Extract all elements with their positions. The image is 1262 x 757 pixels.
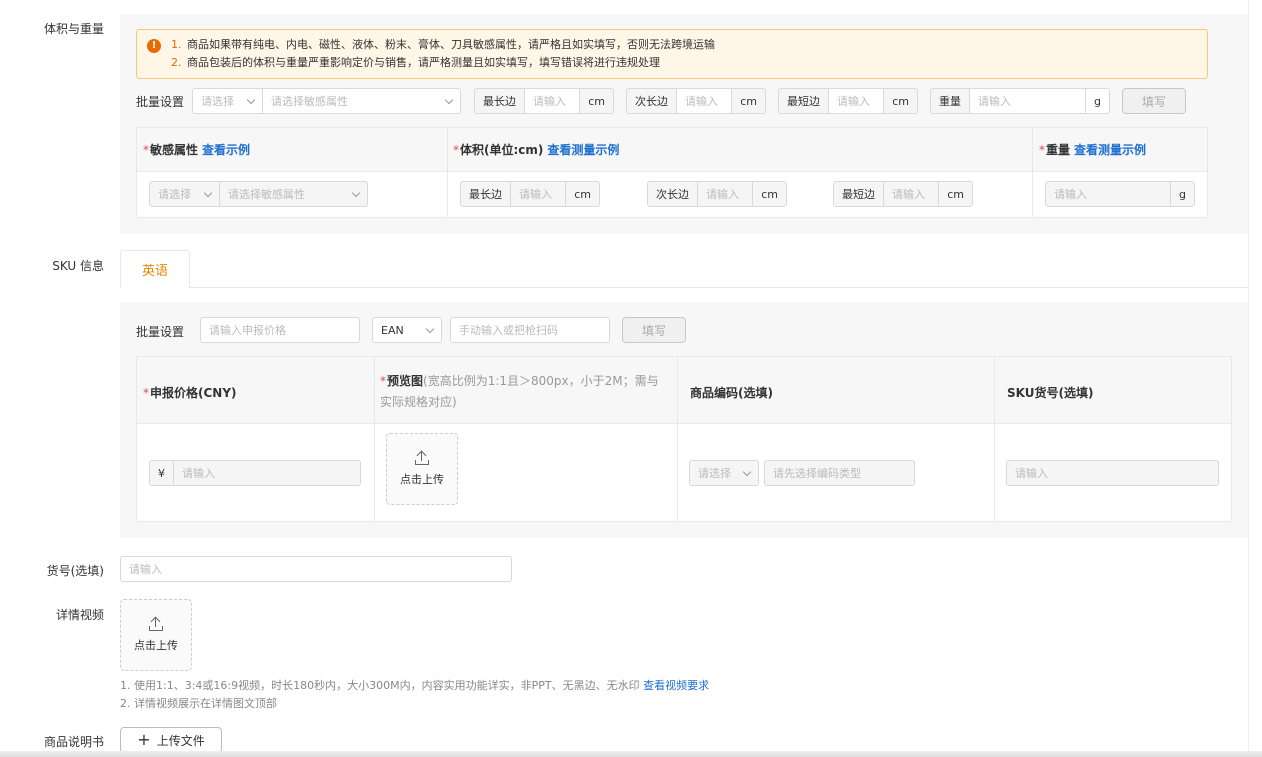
view-weight-example-link[interactable]: 查看测量示例 bbox=[1074, 143, 1146, 157]
chevron-down-icon bbox=[444, 95, 454, 104]
row-shortest-input[interactable]: 最短边 请输入 cm bbox=[833, 181, 973, 207]
row-longest-input[interactable]: 最长边 请输入 cm bbox=[460, 181, 600, 207]
upload-file-button[interactable]: + 上传文件 bbox=[120, 727, 222, 753]
batch-fill-button[interactable]: 填写 bbox=[1122, 88, 1186, 114]
col-price-header: *申报价格(CNY) bbox=[143, 386, 237, 400]
chevron-down-icon bbox=[742, 467, 752, 476]
sku-batch-fill-button[interactable]: 填写 bbox=[622, 317, 686, 343]
upload-icon bbox=[149, 616, 163, 631]
item-no-label: 货号(选填) bbox=[46, 564, 104, 578]
tab-english[interactable]: 英语 bbox=[120, 250, 190, 288]
barcode-input[interactable]: 手动输入或把枪扫码 bbox=[450, 317, 610, 343]
video-hint-1: 1. 使用1:1、3:4或16:9视频，时长180秒内，大小300M内，内容实用… bbox=[120, 679, 710, 692]
view-example-link[interactable]: 查看示例 bbox=[202, 143, 250, 157]
plus-icon: + bbox=[137, 730, 151, 749]
chevron-down-icon bbox=[425, 324, 435, 333]
batch-longest-input[interactable]: 最长边 请输入 cm bbox=[474, 88, 614, 114]
sku-batch-label: 批量设置 bbox=[136, 325, 185, 339]
sku-no-input[interactable]: 请输入 bbox=[1006, 460, 1219, 486]
manual-label: 商品说明书 bbox=[43, 735, 104, 749]
video-upload[interactable]: 点击上传 bbox=[120, 599, 192, 671]
view-measure-example-link[interactable]: 查看测量示例 bbox=[547, 143, 619, 157]
video-requirements-link[interactable]: 查看视频要求 bbox=[643, 679, 709, 692]
item-no-input[interactable]: 请输入 bbox=[120, 556, 512, 582]
col-weight-header: *重量 查看测量示例 bbox=[1039, 143, 1147, 157]
chevron-down-icon bbox=[203, 188, 213, 197]
sku-info-label: SKU 信息 bbox=[52, 259, 104, 273]
batch-price-input[interactable]: 请输入申报价格 bbox=[200, 317, 360, 343]
row-sensitive-select[interactable]: 请选择 请选择敏感属性 bbox=[149, 181, 368, 207]
batch-sensitive-select[interactable]: 请选择 请选择敏感属性 bbox=[192, 88, 461, 114]
batch-weight-input[interactable]: 重量 请输入 g bbox=[930, 88, 1110, 114]
code-select[interactable]: 请选择 bbox=[689, 460, 759, 486]
col-sensitive-header: *敏感属性 查看示例 bbox=[143, 143, 251, 157]
warning-notice: ! 1. 商品如果带有纯电、内电、磁性、液体、粉末、膏体、刀具敏感属性，请严格且如… bbox=[136, 29, 1208, 79]
col-sku-no-header: SKU货号(选填) bbox=[1007, 386, 1094, 400]
batch-setting-label: 批量设置 bbox=[136, 95, 185, 109]
col-volume-header: *体积(单位:cm) 查看测量示例 bbox=[453, 143, 620, 157]
chevron-down-icon bbox=[351, 188, 361, 197]
preview-upload[interactable]: 点击上传 bbox=[386, 433, 458, 505]
warning-line-1: 商品如果带有纯电、内电、磁性、液体、粉末、膏体、刀具敏感属性，请严格且如实填写，… bbox=[187, 38, 715, 51]
scrollbar-track[interactable] bbox=[1248, 0, 1262, 757]
price-input[interactable]: ¥ 请输入 bbox=[149, 460, 361, 486]
detail-video-label: 详情视频 bbox=[55, 608, 104, 622]
warning-line-2: 商品包装后的体积与重量严重影响定价与销售，请严格测量且如实填写，填写错误将进行违… bbox=[187, 56, 660, 69]
code-input[interactable]: 请先选择编码类型 bbox=[764, 460, 915, 486]
col-preview-header: *预览图(宽高比例为1:1且＞800px，小于2M；需与实际规格对应) bbox=[380, 374, 659, 409]
sku-table: *申报价格(CNY) *预览图(宽高比例为1:1且＞800px，小于2M；需与实… bbox=[136, 356, 1232, 522]
volume-weight-label: 体积与重量 bbox=[43, 22, 104, 36]
row-middle-input[interactable]: 次长边 请输入 cm bbox=[647, 181, 787, 207]
chevron-down-icon bbox=[246, 95, 256, 104]
video-hint-2: 2. 详情视频展示在详情图文顶部 bbox=[120, 697, 277, 710]
batch-shortest-input[interactable]: 最短边 请输入 cm bbox=[778, 88, 918, 114]
upload-icon bbox=[415, 450, 429, 465]
batch-middle-input[interactable]: 次长边 请输入 cm bbox=[626, 88, 766, 114]
warning-icon: ! bbox=[147, 39, 161, 53]
code-type-select[interactable]: EAN bbox=[372, 317, 442, 343]
row-weight-input[interactable]: 请输入 g bbox=[1045, 181, 1195, 207]
col-code-header: 商品编码(选填) bbox=[690, 386, 773, 400]
